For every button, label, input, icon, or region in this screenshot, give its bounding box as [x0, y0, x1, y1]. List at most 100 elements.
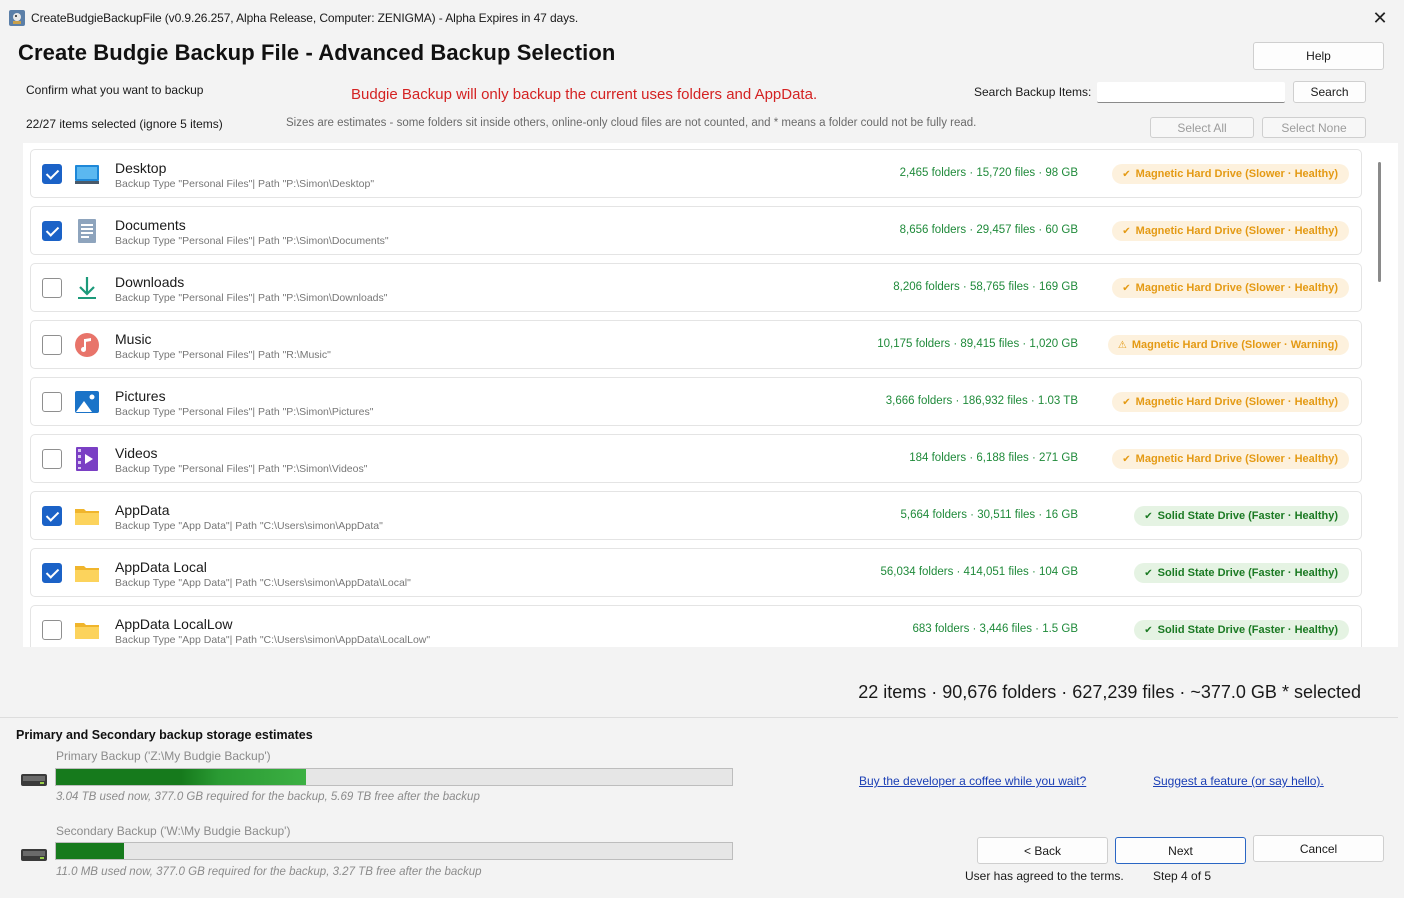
item-checkbox[interactable] — [42, 164, 62, 184]
drive-status-text: Solid State Drive (Faster · Healthy) — [1157, 567, 1338, 579]
backup-warning: Budgie Backup will only backup the curre… — [351, 86, 818, 103]
search-label: Search Backup Items: — [974, 85, 1092, 99]
suggest-feature-link[interactable]: Suggest a feature (or say hello). — [1153, 774, 1324, 788]
item-name: AppData LocalLow — [115, 616, 233, 632]
drive-status-badge: ✔ Magnetic Hard Drive (Slower · Healthy) — [1112, 392, 1349, 412]
select-none-button[interactable]: Select None — [1262, 117, 1366, 138]
help-button[interactable]: Help — [1253, 42, 1384, 70]
item-checkbox[interactable] — [42, 620, 62, 640]
status-check-icon: ✔ — [1122, 282, 1131, 294]
drive-status-badge: ✔ Magnetic Hard Drive (Slower · Healthy) — [1112, 221, 1349, 241]
item-checkbox[interactable] — [42, 278, 62, 298]
music-icon — [75, 333, 99, 357]
folder-icon — [75, 509, 99, 525]
list-item[interactable]: AppData LocalLow Backup Type "App Data"|… — [30, 605, 1362, 647]
back-button[interactable]: < Back — [977, 837, 1108, 864]
drive-status-badge: ⚠ Magnetic Hard Drive (Slower · Warning) — [1107, 335, 1349, 355]
secondary-backup-label: Secondary Backup ('W:\My Budgie Backup') — [56, 824, 291, 838]
desktop-icon — [75, 165, 99, 184]
item-path: Backup Type "App Data"| Path "C:\Users\s… — [115, 520, 383, 532]
secondary-backup-detail: 11.0 MB used now, 377.0 GB required for … — [56, 866, 482, 878]
documents-icon — [78, 219, 96, 243]
close-icon[interactable]: ✕ — [1370, 8, 1390, 28]
drive-status-text: Magnetic Hard Drive (Slower · Healthy) — [1135, 225, 1338, 237]
item-stats: 5,664 folders · 30,511 files · 16 GB — [900, 509, 1079, 521]
download-icon — [78, 277, 96, 299]
item-path: Backup Type "Personal Files"| Path "R:\M… — [115, 349, 331, 361]
terms-status: User has agreed to the terms. — [965, 869, 1124, 883]
item-stats: 184 folders · 6,188 files · 271 GB — [909, 452, 1078, 464]
drive-status-badge: ✔ Magnetic Hard Drive (Slower · Healthy) — [1112, 278, 1349, 298]
hard-drive-icon — [21, 849, 47, 861]
confirm-label: Confirm what you want to backup — [26, 83, 204, 97]
item-stats: 2,465 folders · 15,720 files · 98 GB — [899, 167, 1078, 179]
primary-storage-fill — [56, 769, 307, 785]
item-name: AppData Local — [115, 559, 207, 575]
drive-status-text: Solid State Drive (Faster · Healthy) — [1157, 510, 1338, 522]
drive-status-text: Magnetic Hard Drive (Slower · Healthy) — [1135, 396, 1338, 408]
search-input[interactable] — [1097, 82, 1285, 103]
status-check-icon: ✔ — [1144, 567, 1153, 579]
item-path: Backup Type "Personal Files"| Path "P:\S… — [115, 406, 374, 418]
item-checkbox[interactable] — [42, 563, 62, 583]
next-button[interactable]: Next — [1115, 837, 1246, 864]
item-name: AppData — [115, 502, 170, 518]
folder-icon — [75, 566, 99, 582]
list-item[interactable]: Music Backup Type "Personal Files"| Path… — [30, 320, 1362, 369]
item-path: Backup Type "Personal Files"| Path "P:\S… — [115, 292, 388, 304]
list-item[interactable]: Desktop Backup Type "Personal Files"| Pa… — [30, 149, 1362, 198]
list-item[interactable]: AppData Local Backup Type "App Data"| Pa… — [30, 548, 1362, 597]
storage-section-title: Primary and Secondary backup storage est… — [16, 728, 313, 742]
drive-status-badge: ✔ Solid State Drive (Faster · Healthy) — [1134, 620, 1349, 640]
videos-icon — [76, 447, 98, 471]
drive-status-badge: ✔ Magnetic Hard Drive (Slower · Healthy) — [1112, 449, 1349, 469]
drive-status-badge: ✔ Solid State Drive (Faster · Healthy) — [1134, 563, 1349, 583]
list-item[interactable]: Downloads Backup Type "Personal Files"| … — [30, 263, 1362, 312]
item-checkbox[interactable] — [42, 449, 62, 469]
list-item[interactable]: Pictures Backup Type "Personal Files"| P… — [30, 377, 1362, 426]
selection-summary: 22 items · 90,676 folders · 627,239 file… — [858, 682, 1361, 702]
item-checkbox[interactable] — [42, 221, 62, 241]
primary-backup-label: Primary Backup ('Z:\My Budgie Backup') — [56, 749, 271, 763]
item-name: Desktop — [115, 160, 167, 176]
status-check-icon: ✔ — [1144, 510, 1153, 522]
status-check-icon: ✔ — [1144, 624, 1153, 636]
list-item[interactable]: Documents Backup Type "Personal Files"| … — [30, 206, 1362, 255]
item-name: Downloads — [115, 274, 185, 290]
status-check-icon: ✔ — [1122, 396, 1131, 408]
list-item[interactable]: AppData Backup Type "App Data"| Path "C:… — [30, 491, 1362, 540]
backup-item-list[interactable]: Desktop Backup Type "Personal Files"| Pa… — [23, 143, 1398, 647]
item-checkbox[interactable] — [42, 506, 62, 526]
item-stats: 3,666 folders · 186,932 files · 1.03 TB — [885, 395, 1078, 407]
step-indicator: Step 4 of 5 — [1153, 869, 1212, 883]
app-icon — [9, 10, 25, 26]
hard-drive-icon — [21, 774, 47, 786]
item-name: Music — [115, 331, 152, 347]
item-path: Backup Type "Personal Files"| Path "P:\S… — [115, 463, 368, 475]
buy-coffee-link[interactable]: Buy the developer a coffee while you wai… — [859, 774, 1086, 788]
drive-status-badge: ✔ Magnetic Hard Drive (Slower · Healthy) — [1112, 164, 1349, 184]
item-path: Backup Type "App Data"| Path "C:\Users\s… — [115, 634, 431, 646]
size-note: Sizes are estimates - some folders sit i… — [286, 117, 977, 129]
item-name: Pictures — [115, 388, 166, 404]
drive-status-badge: ✔ Solid State Drive (Faster · Healthy) — [1134, 506, 1349, 526]
status-check-icon: ✔ — [1122, 168, 1131, 180]
status-check-icon: ✔ — [1122, 453, 1131, 465]
drive-status-text: Magnetic Hard Drive (Slower · Healthy) — [1135, 282, 1338, 294]
list-scrollbar[interactable] — [1378, 162, 1381, 282]
list-item[interactable]: Videos Backup Type "Personal Files"| Pat… — [30, 434, 1362, 483]
status-check-icon: ✔ — [1122, 225, 1131, 237]
drive-status-text: Magnetic Hard Drive (Slower · Warning) — [1131, 339, 1338, 351]
item-checkbox[interactable] — [42, 335, 62, 355]
search-button[interactable]: Search — [1293, 81, 1366, 103]
item-stats: 8,656 folders · 29,457 files · 60 GB — [899, 224, 1078, 236]
item-name: Videos — [115, 445, 158, 461]
item-stats: 10,175 folders · 89,415 files · 1,020 GB — [877, 338, 1078, 350]
cancel-button[interactable]: Cancel — [1253, 835, 1384, 862]
select-all-button[interactable]: Select All — [1150, 117, 1254, 138]
selected-count: 22/27 items selected (ignore 5 items) — [26, 117, 223, 131]
item-stats: 8,206 folders · 58,765 files · 169 GB — [893, 281, 1078, 293]
item-checkbox[interactable] — [42, 392, 62, 412]
drive-status-text: Solid State Drive (Faster · Healthy) — [1157, 624, 1338, 636]
folder-icon — [75, 623, 99, 639]
